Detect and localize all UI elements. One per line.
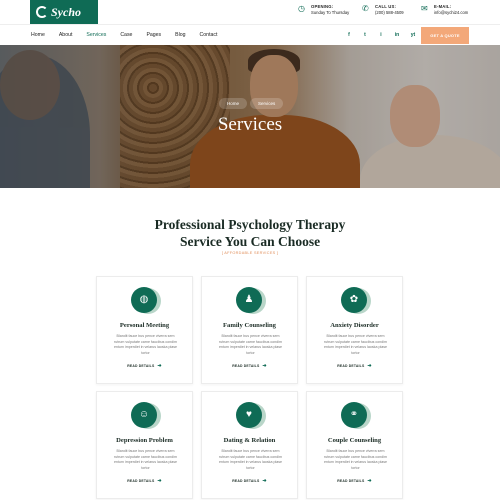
logo[interactable]: Sycho [30, 0, 98, 24]
read-details-label: READ DETAILS [127, 364, 155, 368]
service-icon-wrap: ♥ [236, 402, 266, 430]
arrow-right-icon: ➜ [157, 363, 162, 369]
read-details-link[interactable]: READ DETAILS ➜ [202, 478, 297, 484]
brain-icon: ✿ [341, 287, 367, 313]
service-icon-wrap: ⚭ [341, 402, 371, 430]
call-value[interactable]: (200) 588-4509 [375, 10, 404, 16]
arrow-right-icon: ➜ [262, 363, 267, 369]
nav-pages[interactable]: Pages [146, 32, 161, 38]
service-card[interactable]: ☺ Depression Problem Blandit fauce bus p… [96, 391, 193, 499]
read-details-label: READ DETAILS [127, 479, 155, 483]
service-title[interactable]: Anxiety Disorder [307, 322, 402, 329]
service-icon-wrap: ✿ [341, 287, 371, 315]
page-title: Services [217, 114, 283, 135]
section-tag: [ AFFORDABLE SERVICES ] [221, 251, 279, 255]
breadcrumb-home[interactable]: Home [219, 98, 248, 109]
service-title[interactable]: Personal Meeting [97, 322, 192, 329]
read-details-label: READ DETAILS [232, 479, 260, 483]
service-icon-wrap: ♟ [236, 287, 266, 315]
youtube-icon[interactable]: yt [408, 30, 418, 40]
nav-blog[interactable]: Blog [175, 32, 185, 38]
twitter-icon[interactable]: t [360, 30, 370, 40]
read-details-link[interactable]: READ DETAILS ➜ [97, 363, 192, 369]
mail-icon: ✉ [421, 4, 428, 13]
nav-home[interactable]: Home [31, 32, 45, 38]
read-details-label: READ DETAILS [232, 364, 260, 368]
nav-case[interactable]: Case [120, 32, 132, 38]
read-details-link[interactable]: READ DETAILS ➜ [307, 478, 402, 484]
linkedin-icon[interactable]: in [392, 30, 402, 40]
service-description: Blandit fauce bus pence viverra sem rutr… [323, 334, 388, 355]
social-links: f t i in yt [344, 30, 424, 40]
get-quote-button[interactable]: GET A QUOTE [421, 27, 469, 44]
service-title[interactable]: Depression Problem [97, 437, 192, 444]
head-gear-icon: ☺ [131, 402, 157, 428]
service-card[interactable]: ♟ Family Counseling Blandit fauce bus pe… [201, 276, 298, 384]
service-title[interactable]: Dating & Relation [202, 437, 297, 444]
read-details-link[interactable]: READ DETAILS ➜ [307, 363, 402, 369]
read-details-link[interactable]: READ DETAILS ➜ [97, 478, 192, 484]
service-description: Blandit fauce bus pence viverra sem rutr… [323, 449, 388, 470]
breadcrumb: Home Services [219, 98, 286, 109]
arrow-right-icon: ➜ [367, 363, 372, 369]
opening-hours: ◷ OPENING: Sunday To Thursday [298, 4, 349, 16]
heart-hand-icon: ♥ [236, 402, 262, 428]
clock-icon: ◷ [298, 4, 305, 13]
arrow-right-icon: ➜ [367, 478, 372, 484]
section-title-line1: Professional Psychology Therapy [154, 217, 346, 232]
nav-about[interactable]: About [59, 32, 73, 38]
email-info: ✉ E-MAIL: info@sychi24.com [421, 4, 468, 16]
top-info-bar: Sycho ◷ OPENING: Sunday To Thursday ✆ CA… [0, 0, 500, 24]
service-description: Blandit fauce bus pence viverra sem rutr… [218, 449, 283, 470]
opening-value: Sunday To Thursday [311, 10, 350, 15]
service-description: Blandit fauce bus pence viverra sem rutr… [218, 334, 283, 355]
service-title[interactable]: Couple Counseling [307, 437, 402, 444]
nav-services[interactable]: Services [86, 32, 106, 38]
nav-contact[interactable]: Contact [200, 32, 218, 38]
hero-banner: Home Services Services [0, 45, 500, 188]
arrow-right-icon: ➜ [262, 478, 267, 484]
service-icon-wrap: ◍ [131, 287, 161, 315]
facebook-icon[interactable]: f [344, 30, 354, 40]
service-card[interactable]: ♥ Dating & Relation Blandit fauce bus pe… [201, 391, 298, 499]
section-title-line2: Service You Can Choose [179, 234, 321, 249]
read-details-link[interactable]: READ DETAILS ➜ [202, 363, 297, 369]
instagram-icon[interactable]: i [376, 30, 386, 40]
breadcrumb-services: Services [250, 98, 284, 109]
phone-icon: ✆ [362, 4, 369, 13]
couple-icon: ⚭ [341, 402, 367, 428]
main-nav: Home About Services Case Pages Blog Cont… [31, 32, 231, 38]
call-us: ✆ CALL US: (200) 588-4509 [362, 4, 404, 16]
family-icon: ♟ [236, 287, 262, 313]
read-details-label: READ DETAILS [337, 364, 365, 368]
read-details-label: READ DETAILS [337, 479, 365, 483]
service-card[interactable]: ✿ Anxiety Disorder Blandit fauce bus pen… [306, 276, 403, 384]
email-value[interactable]: info@sychi24.com [434, 10, 468, 16]
service-card[interactable]: ◍ Personal Meeting Blandit fauce bus pen… [96, 276, 193, 384]
logo-mark-icon [36, 6, 48, 18]
handshake-icon: ◍ [131, 287, 157, 313]
service-title[interactable]: Family Counseling [202, 322, 297, 329]
main-nav-bar: Home About Services Case Pages Blog Cont… [0, 24, 500, 45]
section-title: Professional Psychology Therapy Service … [0, 216, 500, 250]
logo-text: Sycho [51, 4, 81, 19]
service-description: Blandit fauce bus pence viverra sem rutr… [113, 334, 178, 355]
service-icon-wrap: ☺ [131, 402, 161, 430]
service-description: Blandit fauce bus pence viverra sem rutr… [113, 449, 178, 470]
service-card[interactable]: ⚭ Couple Counseling Blandit fauce bus pe… [306, 391, 403, 499]
arrow-right-icon: ➜ [157, 478, 162, 484]
